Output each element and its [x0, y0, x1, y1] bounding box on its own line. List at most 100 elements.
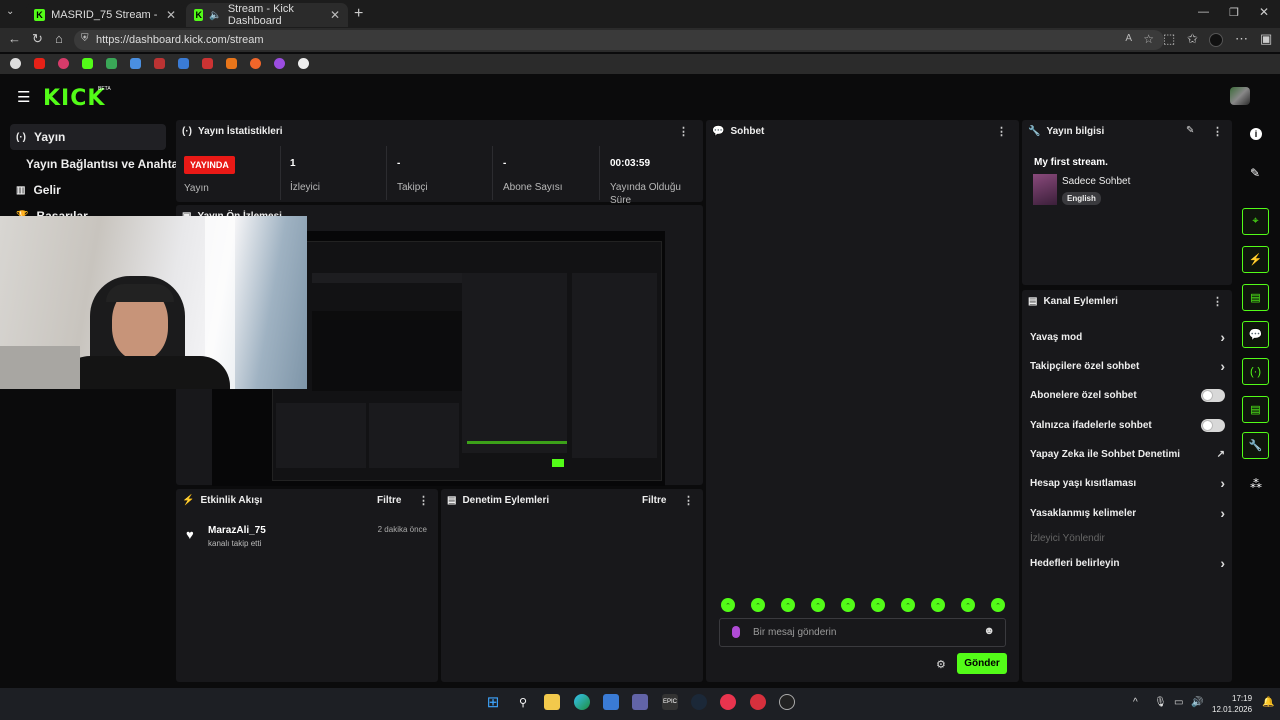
- home-icon[interactable]: ⌂: [55, 31, 63, 46]
- notification-bell-icon[interactable]: 🔔: [1262, 697, 1274, 708]
- edge-icon[interactable]: [574, 694, 590, 710]
- emote-icon[interactable]: ᵔ: [931, 598, 945, 612]
- hamburger-menu-icon[interactable]: ☰: [17, 88, 30, 106]
- bookmark-icon[interactable]: [226, 58, 237, 69]
- bookmark-icon[interactable]: [202, 58, 213, 69]
- chat-input[interactable]: Bir mesaj gönderin ☻: [719, 618, 1006, 647]
- emote-icon[interactable]: ᵔ: [901, 598, 915, 612]
- emote-icon[interactable]: ᵔ: [961, 598, 975, 612]
- action-account-age[interactable]: Hesap yaşı kısıtlaması ›: [1030, 473, 1225, 493]
- maps-bookmark-icon[interactable]: [106, 58, 117, 69]
- close-tab-icon[interactable]: ✕: [166, 8, 176, 22]
- bookmark-icon[interactable]: [58, 58, 69, 69]
- emote-only-toggle[interactable]: [1201, 418, 1225, 432]
- kick-bookmark-icon[interactable]: [82, 58, 93, 69]
- focus-widget-button[interactable]: ⌖: [1242, 208, 1269, 235]
- stream-info-widget-button[interactable]: 🔧: [1242, 432, 1269, 459]
- user-avatar[interactable]: [1230, 87, 1250, 105]
- activity-widget-button[interactable]: ⚡: [1242, 246, 1269, 273]
- close-window-button[interactable]: ✕: [1259, 5, 1269, 19]
- bookmark-icon[interactable]: [178, 58, 189, 69]
- edit-icon[interactable]: ✎: [1186, 125, 1194, 136]
- maximize-button[interactable]: ❐: [1229, 6, 1239, 19]
- tab-list-button[interactable]: ⌄: [6, 6, 22, 22]
- sidebar-item-revenue[interactable]: ▥ Gelir: [10, 177, 166, 203]
- file-explorer-icon[interactable]: [544, 694, 560, 710]
- close-tab-icon[interactable]: ✕: [330, 8, 340, 22]
- clock-date[interactable]: 12.01.2026: [1212, 705, 1252, 714]
- microphone-icon[interactable]: [732, 626, 740, 638]
- bookmark-icon[interactable]: [250, 58, 261, 69]
- action-ai-moderation[interactable]: Yapay Zeka ile Sohbet Denetimi ↗: [1030, 444, 1225, 464]
- emote-icon[interactable]: ᵔ: [751, 598, 765, 612]
- sidebar-item-stream[interactable]: (·) Yayın: [10, 124, 166, 150]
- action-slow-mode[interactable]: Yavaş mod ›: [1030, 327, 1225, 347]
- favorite-star-icon[interactable]: ☆: [1143, 32, 1154, 46]
- channel-actions-menu-icon[interactable]: ⋮: [1212, 295, 1223, 308]
- edit-layout-icon[interactable]: ✎: [1250, 166, 1260, 180]
- back-icon[interactable]: ←: [8, 31, 21, 46]
- network-icon[interactable]: ▭: [1174, 697, 1183, 708]
- emote-icon[interactable]: ᵔ: [841, 598, 855, 612]
- profile-avatar[interactable]: [1209, 33, 1223, 47]
- emote-icon[interactable]: ᵔ: [811, 598, 825, 612]
- emote-icon[interactable]: ᵔ: [721, 598, 735, 612]
- obs-icon[interactable]: [779, 694, 795, 710]
- minimize-button[interactable]: —: [1198, 6, 1209, 18]
- favorites-icon[interactable]: ✩: [1187, 31, 1198, 47]
- chat-send-button[interactable]: Gönder: [957, 653, 1007, 674]
- more-menu-icon[interactable]: ⋯: [1235, 31, 1248, 47]
- bookmark-icon[interactable]: [154, 58, 165, 69]
- action-set-goals[interactable]: Hedefleri belirleyin ›: [1030, 553, 1225, 573]
- moderation-filter-button[interactable]: Filtre: [642, 495, 666, 506]
- epic-games-icon[interactable]: EPIC: [662, 694, 678, 710]
- event-username[interactable]: MarazAli_75: [208, 525, 266, 536]
- channel-actions-widget-button[interactable]: ▤: [1242, 396, 1269, 423]
- chat-settings-icon[interactable]: ⚙: [936, 658, 946, 671]
- action-banned-words[interactable]: Yasaklanmış kelimeler ›: [1030, 503, 1225, 523]
- media-player-icon[interactable]: [720, 694, 736, 710]
- read-aloud-icon[interactable]: A: [1125, 33, 1132, 44]
- bookmark-icon[interactable]: [274, 58, 285, 69]
- start-icon[interactable]: ⊞: [485, 694, 501, 711]
- activity-menu-icon[interactable]: ⋮: [418, 494, 429, 507]
- sidebar-item-stream-key[interactable]: Yayın Bağlantısı ve Anahtarı: [10, 151, 186, 177]
- moderation-widget-button[interactable]: ▤: [1242, 284, 1269, 311]
- search-icon[interactable]: ⚲: [515, 694, 531, 710]
- tray-overflow-icon[interactable]: ^: [1133, 697, 1138, 708]
- emoji-icon[interactable]: ☻: [983, 625, 995, 637]
- emote-icon[interactable]: ᵔ: [871, 598, 885, 612]
- kick-logo[interactable]: KICK: [43, 86, 105, 111]
- chat-menu-icon[interactable]: ⋮: [996, 125, 1007, 138]
- action-followers-only[interactable]: Takipçilere özel sohbet ›: [1030, 356, 1225, 376]
- bookmark-icon[interactable]: [298, 58, 309, 69]
- clock-time[interactable]: 17:19: [1232, 694, 1252, 703]
- address-bar[interactable]: ⛨ https://dashboard.kick.com/stream A ☆: [74, 30, 1164, 50]
- refresh-icon[interactable]: ↻: [32, 31, 43, 47]
- tab-masrid-stream[interactable]: K MASRID_75 Stream - Watch Live o ✕: [26, 3, 184, 27]
- chat-widget-button[interactable]: 💬: [1242, 321, 1269, 348]
- subscribers-only-toggle[interactable]: [1201, 388, 1225, 402]
- volume-icon[interactable]: 🔊: [1191, 697, 1203, 708]
- info-icon[interactable]: i: [1250, 128, 1262, 140]
- category-name[interactable]: Sadece Sohbet: [1062, 176, 1130, 187]
- recording-app-icon[interactable]: [750, 694, 766, 710]
- emote-icon[interactable]: ᵔ: [781, 598, 795, 612]
- youtube-bookmark-icon[interactable]: [34, 58, 45, 69]
- sidebar-toggle-icon[interactable]: ▣: [1260, 31, 1272, 47]
- moderation-menu-icon[interactable]: ⋮: [683, 494, 694, 507]
- store-icon[interactable]: [603, 694, 619, 710]
- new-tab-button[interactable]: +: [354, 5, 363, 23]
- emote-icon[interactable]: ᵔ: [991, 598, 1005, 612]
- bookmark-icon[interactable]: [130, 58, 141, 69]
- extensions-icon[interactable]: ⬚: [1163, 31, 1175, 47]
- steam-icon[interactable]: [691, 694, 707, 710]
- google-bookmark-icon[interactable]: [10, 58, 21, 69]
- teams-icon[interactable]: [632, 694, 648, 710]
- stats-menu-icon[interactable]: ⋮: [678, 125, 689, 138]
- broadcast-widget-button[interactable]: (·): [1242, 358, 1269, 385]
- more-widgets-icon[interactable]: ⁂: [1250, 477, 1262, 491]
- microphone-tray-icon[interactable]: 🎙: [1154, 697, 1167, 708]
- activity-filter-button[interactable]: Filtre: [377, 495, 401, 506]
- stream-info-menu-icon[interactable]: ⋮: [1212, 125, 1223, 138]
